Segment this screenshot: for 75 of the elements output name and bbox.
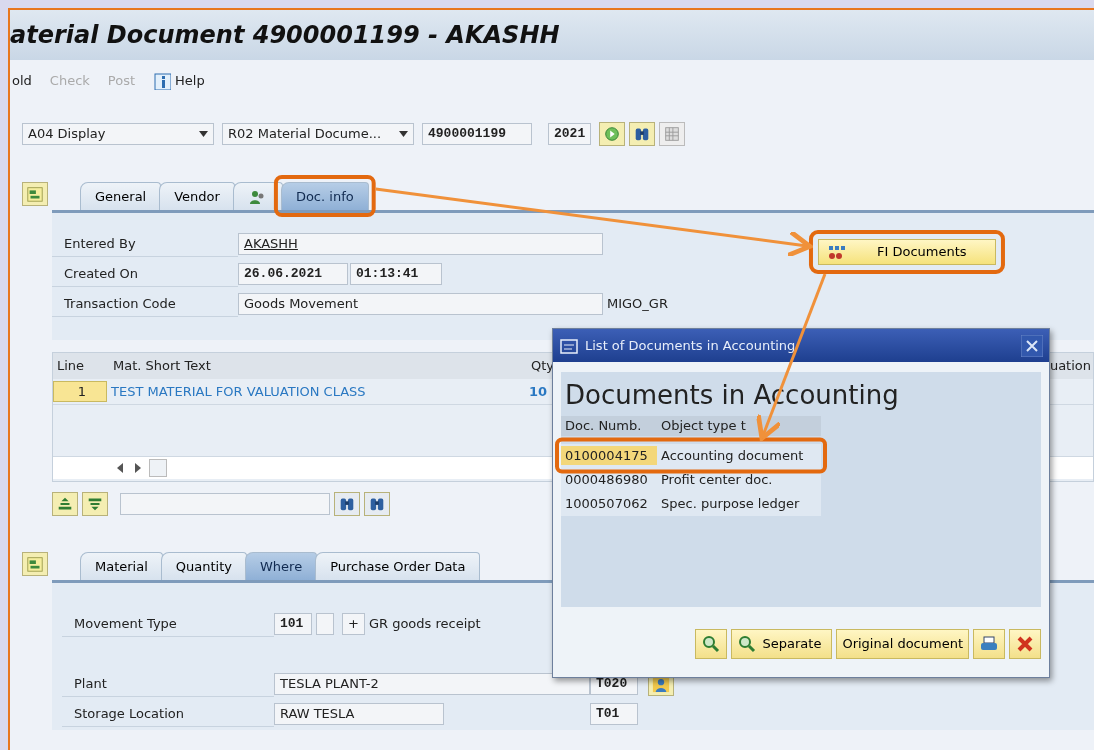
dialog-title: List of Documents in Accounting [585, 336, 796, 355]
input-field: 26.06.2021 [238, 263, 348, 285]
table-cell[interactable]: Spec. purpose ledger [657, 493, 821, 514]
field-label: Movement Type [62, 611, 274, 637]
scroll-left-icon[interactable] [117, 463, 125, 473]
caret-icon [399, 131, 408, 137]
scroll-thumb[interactable] [149, 459, 167, 477]
input-field: 101 [274, 613, 312, 635]
folder-icon [26, 185, 44, 203]
tab[interactable]: General [80, 182, 162, 210]
close-icon[interactable] [1021, 334, 1043, 357]
caret-icon [199, 131, 208, 137]
tab[interactable]: Material [80, 552, 163, 580]
tab[interactable]: Where [245, 552, 318, 580]
table-cell-text: 10 [528, 382, 548, 401]
table-cell[interactable]: Profit center doc. [657, 469, 821, 490]
cancel-icon [1015, 634, 1035, 654]
grid-icon [826, 244, 847, 260]
field-value: GR goods receipt [368, 615, 481, 634]
info-icon [153, 72, 172, 90]
table-icon [663, 125, 682, 143]
field-label: Plant [62, 671, 274, 697]
execute-icon [603, 125, 622, 143]
line-number[interactable]: 1 [53, 380, 107, 403]
input-field: RAW TESLA [274, 703, 444, 725]
cancel-button[interactable] [1009, 629, 1041, 659]
search-button[interactable] [334, 492, 360, 516]
sort-ascending-button[interactable] [52, 492, 78, 516]
scroll-right-icon[interactable] [133, 463, 141, 473]
print-button[interactable] [973, 629, 1005, 659]
column-header: Mat. Short Text [112, 357, 212, 376]
search-next-button[interactable] [364, 492, 390, 516]
toolbar-button[interactable]: Help [153, 71, 205, 91]
folder-button[interactable] [22, 552, 48, 576]
column-header: Object type t [657, 416, 821, 436]
fi-documents-button[interactable]: FI Documents [817, 239, 996, 265]
zoom-icon [736, 634, 757, 654]
input-field: AKASHH [238, 233, 603, 255]
tab[interactable]: Quantity [160, 552, 247, 580]
original-document-button[interactable]: Original document [836, 629, 969, 659]
tab[interactable]: Purchase Order Data [315, 552, 481, 580]
folder-button[interactable] [22, 182, 48, 206]
tab[interactable]: Vendor [159, 182, 235, 210]
search-button[interactable] [629, 122, 656, 146]
zoom-icon [700, 634, 721, 654]
window-icon [559, 336, 579, 355]
toolbar-button[interactable]: old [12, 71, 32, 91]
input-field [316, 613, 334, 635]
table-cell-text: TEST MATERIAL FOR VALUATION CLASS [110, 382, 367, 401]
table-cell[interactable]: 0100004175 [561, 445, 657, 466]
input-field: Goods Movement [238, 293, 603, 315]
table-cell[interactable]: 1000507062 [561, 493, 657, 514]
input-field[interactable] [120, 493, 330, 515]
input-field: TESLA PLANT-2 [274, 673, 590, 695]
folder-icon [26, 555, 44, 573]
window-title: aterial Document 4900001199 - AKASHH [10, 21, 560, 49]
dropdown-field[interactable]: R02 Material Docume... [222, 123, 414, 145]
sign-field: + [342, 613, 365, 635]
tab[interactable]: Doc. info [280, 182, 369, 210]
separate-button[interactable]: Separate [730, 629, 833, 659]
column-header: Doc. Numb. [561, 416, 657, 436]
column-header: Line [56, 357, 86, 376]
column-header: Qty [530, 357, 556, 376]
table-cell[interactable]: 0000486980 [561, 469, 657, 490]
dropdown-field[interactable]: A04 Display [22, 123, 214, 145]
field-value: MIGO_GR [607, 295, 668, 314]
field-label: Storage Location [62, 701, 274, 727]
detail-button[interactable] [694, 629, 727, 659]
table-cell[interactable]: Accounting document [657, 445, 821, 466]
input-field: 01:13:41 [350, 263, 442, 285]
sort-descending-button[interactable] [82, 492, 108, 516]
input-field[interactable]: 2021 [548, 123, 592, 145]
input-field[interactable]: 4900001199 [422, 123, 532, 145]
input-field: T01 [590, 703, 638, 725]
column-header: uation [1048, 357, 1092, 376]
